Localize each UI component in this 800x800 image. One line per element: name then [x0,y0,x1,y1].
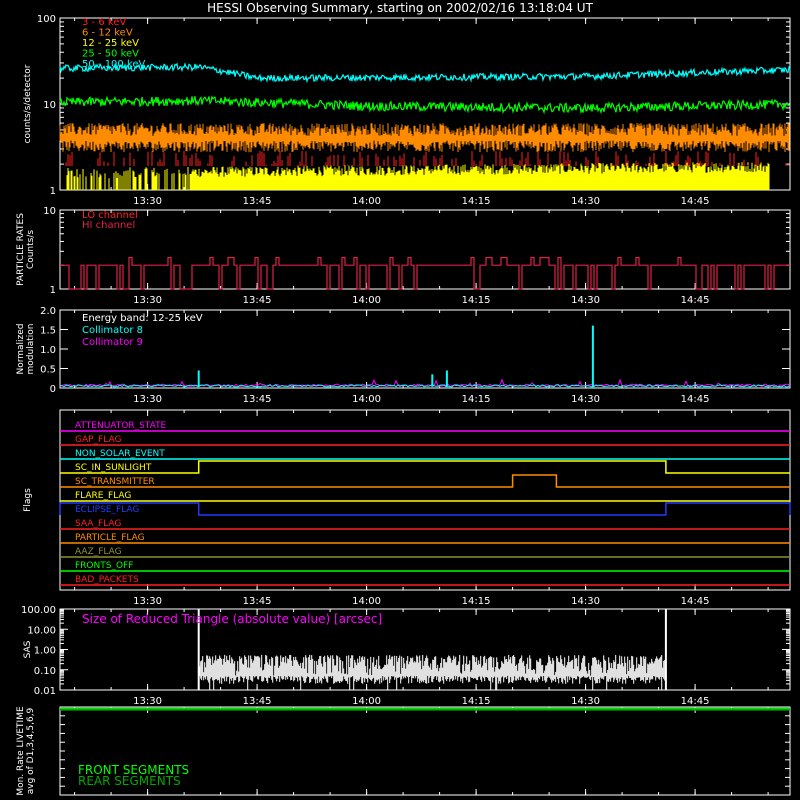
x-tick-label: 13:45 [243,196,272,207]
x-tick-label: 14:45 [681,394,710,405]
y-axis-label-2: PARTICLE RATES [16,213,26,286]
x-tick-label: 14:00 [352,394,381,405]
x-tick-label: 13:30 [133,394,162,405]
sas-annotation: Size of Reduced Triangle (absolute value… [82,612,382,626]
y-axis-label-1: counts/s/detector [23,64,33,143]
x-tick-label: 14:15 [462,295,491,306]
x-tick-label: 14:30 [571,394,600,405]
y-axis-label-4: Flags [23,488,33,512]
y-axis-label-6: Mon. Rate LIVETIME [16,706,26,796]
y-tick-label-5: 10.00 [27,625,56,636]
legend-entry: 50 - 100 keV [82,59,146,70]
energy-band-annotation: Energy band: 12-25 keV [82,313,203,324]
flag-label: PARTICLE_FLAG [75,533,145,543]
legend-entry: 25 - 50 keV [82,49,139,60]
legend-entry: 3 - 6 keV [82,17,126,28]
flag-label: NON_SOLAR_EVENT [75,449,165,459]
y-axis-label-6: avg of D1,3,4,5,6,9 [26,707,36,794]
x-tick-label: 14:45 [681,295,710,306]
x-tick-label: 14:15 [462,596,491,607]
legend-entry: 12 - 25 keV [82,38,139,49]
x-tick-label: 14:15 [462,696,491,707]
y-tick-label-3: 2.0 [40,306,56,317]
x-tick-label: 14:45 [681,196,710,207]
x-tick-label: 14:15 [462,394,491,405]
legend-entry: HI channel [82,220,135,231]
flag-label: FLARE_FLAG [75,491,131,501]
flag-label: ATTENUATOR_STATE [75,421,167,431]
flag-label: SAA_FLAG [75,519,121,529]
flag-label: GAP_FLAG [75,435,121,445]
y-tick-label-3: 1.0 [40,345,56,356]
x-tick-label: 14:30 [571,596,600,607]
flag-label: ECLIPSE_FLAG [75,505,139,515]
legend-entry: 6 - 12 keV [82,28,133,39]
x-tick-label: 13:45 [243,394,272,405]
y-tick-label-5: 100.00 [21,605,56,616]
x-tick-label: 13:30 [133,696,162,707]
hessi-summary-chart: HESSI Observing Summary, starting on 200… [0,0,800,800]
x-tick-label: 13:30 [133,196,162,207]
y-tick-label-2: 10 [43,206,56,217]
flag-label: SC_TRANSMITTER [75,477,155,487]
y-axis-label-3: Normalized [16,323,26,374]
y-tick-label-3: 0.5 [40,365,56,376]
x-tick-label: 13:45 [243,596,272,607]
y-tick-label-1: 1 [50,186,56,197]
legend-entry: Collimator 9 [82,337,143,348]
x-tick-label: 14:30 [571,696,600,707]
y-axis-label-3: modulation [26,324,36,375]
y-tick-label-1: 100 [37,14,56,25]
flag-label: FRONTS_OFF [75,561,133,571]
x-tick-label: 14:45 [681,696,710,707]
x-tick-label: 14:15 [462,196,491,207]
x-tick-label: 14:45 [681,596,710,607]
x-tick-label: 14:30 [571,295,600,306]
x-tick-label: 14:00 [352,696,381,707]
y-tick-label-2: 1 [50,285,56,296]
x-tick-label: 13:30 [133,295,162,306]
y-tick-label-5: 0.01 [34,686,56,697]
y-axis-label-2: Counts/s [26,230,36,269]
x-tick-label: 13:45 [243,696,272,707]
x-tick-label: 14:00 [352,596,381,607]
flag-label: SC_IN_SUNLIGHT [75,463,152,473]
flag-label: AAZ_FLAG [75,547,122,557]
x-tick-label: 14:30 [571,196,600,207]
x-tick-label: 13:45 [243,295,272,306]
y-tick-label-5: 0.10 [34,666,56,677]
legend-entry: REAR SEGMENTS [78,774,181,788]
y-tick-label-5: 1.00 [34,646,56,657]
x-tick-label: 13:30 [133,596,162,607]
y-tick-label-3: 1.5 [40,326,56,337]
x-tick-label: 14:00 [352,196,381,207]
y-tick-label-3: 0 [50,384,56,395]
chart-title: HESSI Observing Summary, starting on 200… [207,1,593,15]
flag-label: BAD_PACKETS [75,575,139,585]
y-tick-label-1: 10 [43,100,56,111]
x-tick-label: 14:00 [352,295,381,306]
y-axis-label-5: SAS [23,640,33,658]
legend-entry: Collimator 8 [82,325,143,336]
